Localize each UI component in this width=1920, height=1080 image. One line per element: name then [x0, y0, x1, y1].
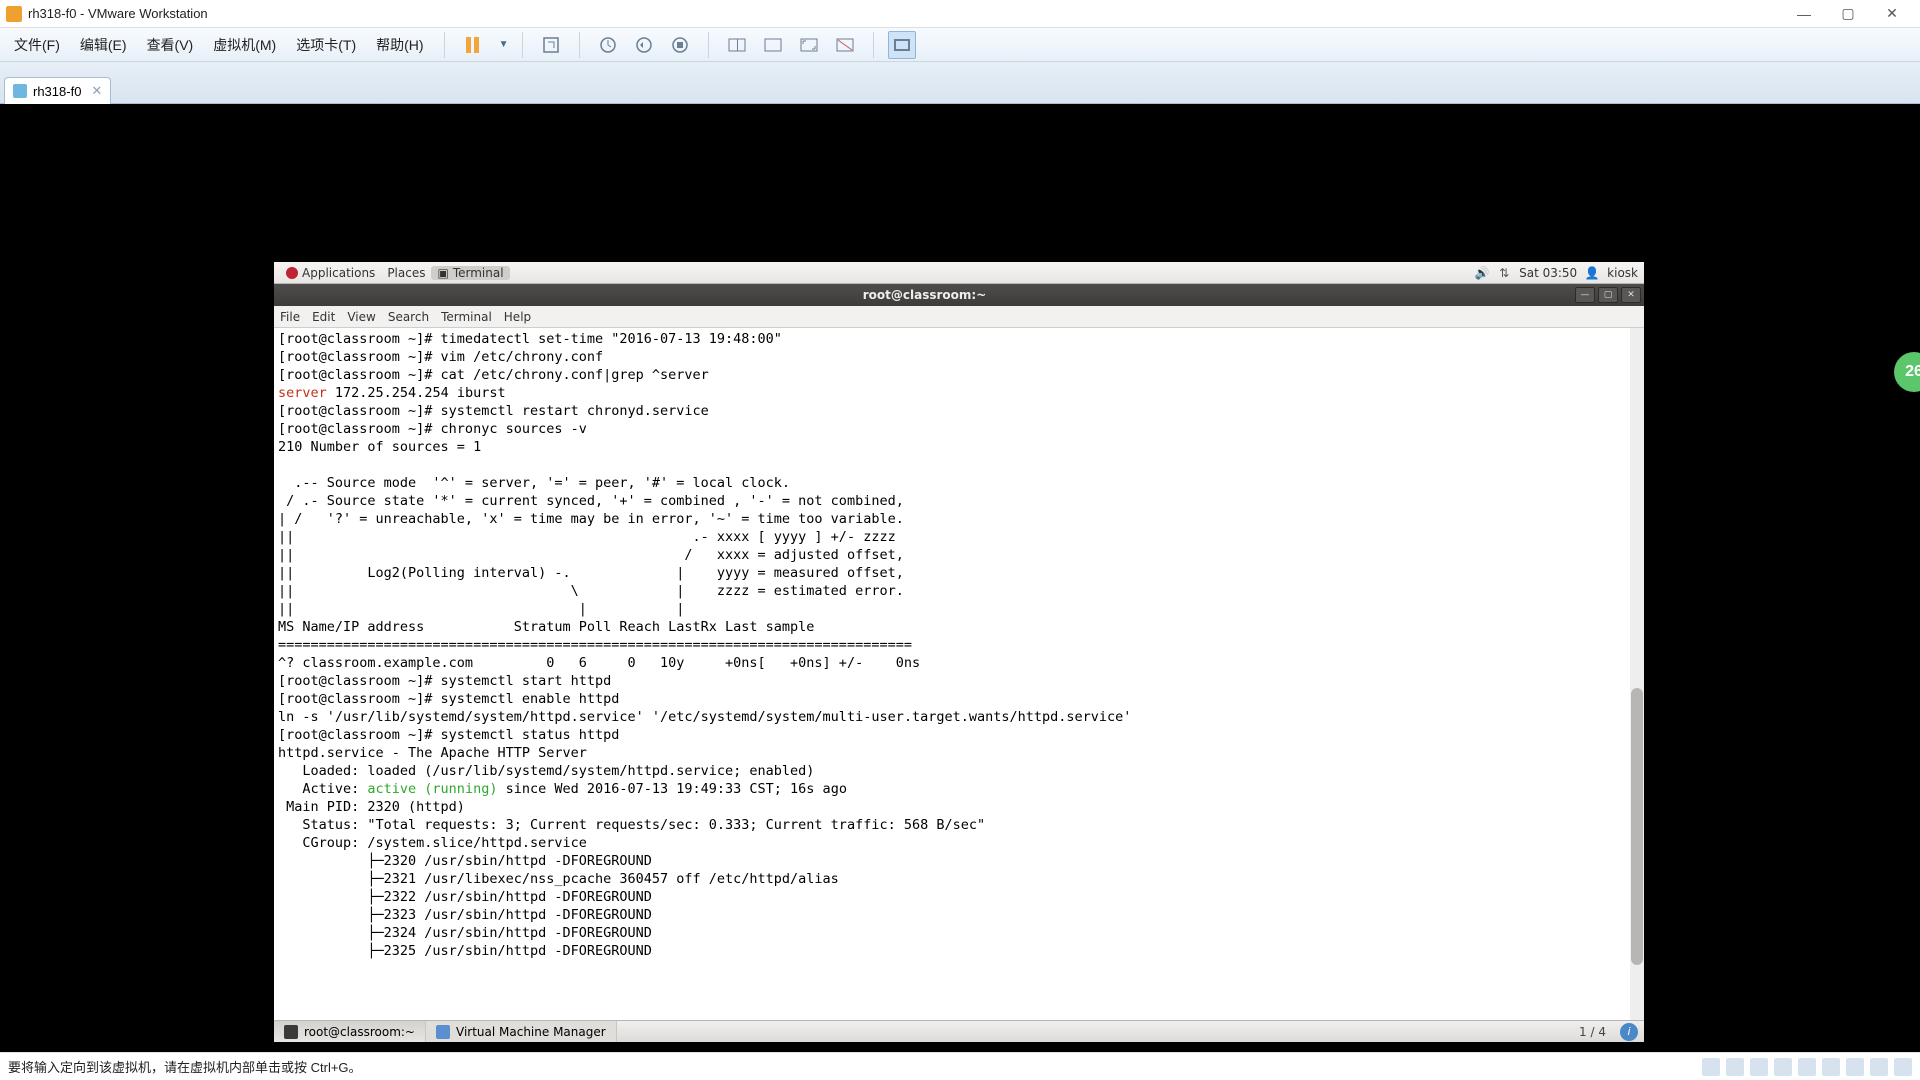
floppy-icon[interactable]	[1870, 1058, 1888, 1076]
applications-menu[interactable]: Applications	[280, 266, 381, 280]
network-icon[interactable]: ⇅	[1497, 266, 1511, 280]
close-button[interactable]: ✕	[1870, 1, 1914, 27]
vmware-icon	[6, 6, 22, 22]
menu-file[interactable]: 文件(F)	[8, 31, 66, 59]
gnome-bottom-panel: root@classroom:~ Virtual Machine Manager…	[274, 1020, 1644, 1042]
terminal-close-button[interactable]: ✕	[1621, 287, 1641, 303]
terminal-app-menu[interactable]: ▣ Terminal	[431, 266, 509, 280]
user-icon: 👤	[1585, 266, 1599, 280]
term-menu-view[interactable]: View	[347, 310, 375, 324]
snapshot-manager-button[interactable]	[666, 31, 694, 59]
view-split-button[interactable]	[723, 31, 751, 59]
terminal-task-icon	[284, 1025, 298, 1039]
clock-label[interactable]: Sat 03:50	[1519, 266, 1577, 280]
term-menu-terminal[interactable]: Terminal	[441, 310, 492, 324]
separator	[522, 32, 523, 58]
vm-display-area[interactable]: Applications Places ▣ Terminal 🔊 ⇅ Sat 03…	[0, 104, 1920, 1052]
term-menu-file[interactable]: File	[280, 310, 300, 324]
menu-edit[interactable]: 编辑(E)	[74, 31, 133, 59]
console-view-button[interactable]	[888, 31, 916, 59]
terminal-maximize-button[interactable]: ▢	[1598, 287, 1618, 303]
separator	[579, 32, 580, 58]
menu-tabs[interactable]: 选项卡(T)	[290, 31, 362, 59]
printer-icon[interactable]	[1822, 1058, 1840, 1076]
notification-badge[interactable]: 26	[1894, 352, 1920, 392]
info-icon[interactable]: i	[1620, 1023, 1638, 1041]
pause-vm-button[interactable]	[459, 31, 487, 59]
cd-icon[interactable]	[1726, 1058, 1744, 1076]
window-title: rh318-f0 - VMware Workstation	[28, 6, 1782, 21]
menu-help[interactable]: 帮助(H)	[370, 31, 429, 59]
user-label[interactable]: kiosk	[1607, 266, 1638, 280]
revert-snapshot-button[interactable]	[630, 31, 658, 59]
status-hint: 要将输入定向到该虚拟机，请在虚拟机内部单击或按 Ctrl+G。	[8, 1057, 1702, 1076]
fullscreen-button[interactable]	[795, 31, 823, 59]
applications-label: Applications	[302, 266, 375, 280]
separator	[873, 32, 874, 58]
terminal-title: root@classroom:~	[274, 288, 1575, 302]
vmware-statusbar: 要将输入定向到该虚拟机，请在虚拟机内部单击或按 Ctrl+G。	[0, 1052, 1920, 1080]
terminal-minimize-button[interactable]: —	[1575, 287, 1595, 303]
message-icon[interactable]	[1894, 1058, 1912, 1076]
device-tray	[1702, 1058, 1912, 1076]
vm-tab-icon	[13, 84, 27, 98]
menu-view[interactable]: 查看(V)	[141, 31, 200, 59]
gnome-top-panel: Applications Places ▣ Terminal 🔊 ⇅ Sat 03…	[274, 262, 1644, 284]
volume-icon[interactable]: 🔊	[1475, 266, 1489, 280]
task-vmm-label: Virtual Machine Manager	[456, 1025, 606, 1039]
power-dropdown-icon[interactable]: ▼	[499, 39, 509, 50]
vm-tab-label: rh318-f0	[33, 84, 81, 99]
vmware-titlebar: rh318-f0 - VMware Workstation — ▢ ✕	[0, 0, 1920, 28]
sound-icon[interactable]	[1798, 1058, 1816, 1076]
redhat-icon	[286, 267, 298, 279]
network-adapter-icon[interactable]	[1750, 1058, 1768, 1076]
guest-desktop: Applications Places ▣ Terminal 🔊 ⇅ Sat 03…	[274, 262, 1644, 1042]
unity-button[interactable]	[831, 31, 859, 59]
vmware-menubar: 文件(F) 编辑(E) 查看(V) 虚拟机(M) 选项卡(T) 帮助(H) ▼	[0, 28, 1920, 62]
terminal-scroll-thumb[interactable]	[1631, 688, 1643, 965]
hdd-icon[interactable]	[1702, 1058, 1720, 1076]
snapshot-button[interactable]	[594, 31, 622, 59]
terminal-icon: ▣	[437, 266, 448, 280]
places-menu[interactable]: Places	[381, 266, 431, 280]
term-menu-search[interactable]: Search	[388, 310, 429, 324]
task-terminal[interactable]: root@classroom:~	[274, 1021, 426, 1042]
terminal-menubar: File Edit View Search Terminal Help	[274, 306, 1644, 328]
separator	[708, 32, 709, 58]
task-terminal-label: root@classroom:~	[304, 1025, 415, 1039]
terminal-body[interactable]: [root@classroom ~]# timedatectl set-time…	[274, 328, 1644, 1020]
send-ctrl-alt-del-button[interactable]	[537, 31, 565, 59]
term-menu-edit[interactable]: Edit	[312, 310, 335, 324]
vm-tab[interactable]: rh318-f0 ✕	[4, 77, 111, 104]
usb-icon[interactable]	[1774, 1058, 1792, 1076]
minimize-button[interactable]: —	[1782, 1, 1826, 27]
terminal-window: root@classroom:~ — ▢ ✕ File Edit View Se…	[274, 284, 1644, 1020]
vmware-tabstrip: rh318-f0 ✕	[0, 62, 1920, 104]
places-label: Places	[387, 266, 425, 280]
term-menu-help[interactable]: Help	[504, 310, 531, 324]
display-icon[interactable]	[1846, 1058, 1864, 1076]
workspace-indicator[interactable]: 1 / 4	[1571, 1025, 1614, 1039]
terminal-label: Terminal	[453, 266, 504, 280]
terminal-scrollbar[interactable]	[1630, 328, 1644, 1020]
close-tab-icon[interactable]: ✕	[91, 83, 102, 99]
terminal-titlebar[interactable]: root@classroom:~ — ▢ ✕	[274, 284, 1644, 306]
separator	[444, 32, 445, 58]
virt-manager-icon	[436, 1025, 450, 1039]
maximize-button[interactable]: ▢	[1826, 1, 1870, 27]
menu-vm[interactable]: 虚拟机(M)	[207, 31, 282, 59]
view-single-button[interactable]	[759, 31, 787, 59]
task-virt-manager[interactable]: Virtual Machine Manager	[426, 1021, 617, 1042]
